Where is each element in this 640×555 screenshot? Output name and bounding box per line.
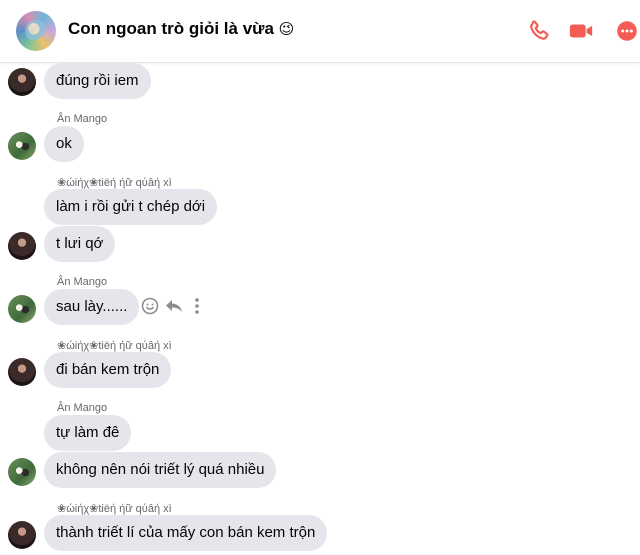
message-bubble[interactable]: t lưi qớ xyxy=(44,226,116,262)
video-icon[interactable] xyxy=(568,18,594,44)
message-bubble[interactable]: ok xyxy=(44,126,84,162)
sender-avatar[interactable] xyxy=(8,521,36,549)
chat-header: Con ngoan trò giỏi là vừa 😉 xyxy=(0,0,640,63)
sender-name: Ân Mango xyxy=(57,113,108,125)
message-bubble[interactable]: thành triết lí của mấy con bán kem trộn xyxy=(44,515,328,551)
message-bubble[interactable]: không nên nói triết lý quá nhiều xyxy=(44,452,277,488)
more-icon[interactable] xyxy=(614,18,640,44)
chat-title-text: Con ngoan trò giỏi là vừa xyxy=(68,19,274,38)
message-bubble[interactable]: làm i rồi gửi t chép dới xyxy=(44,189,218,225)
reply-icon[interactable] xyxy=(164,296,184,316)
sender-name: Ân Mango xyxy=(57,276,108,288)
sender-name: ❀ώiήχ❀tiёή ήữ qύâή xì xyxy=(57,340,172,352)
message-bubble[interactable]: đúng rồi iem xyxy=(44,63,151,99)
sender-avatar[interactable] xyxy=(8,358,36,386)
chat-title[interactable]: Con ngoan trò giỏi là vừa 😉 xyxy=(68,19,294,39)
sender-name: ❀ώiήχ❀tiёή ήữ qύâή xì xyxy=(57,503,172,515)
more-options-icon[interactable] xyxy=(190,296,204,316)
sender-name: ❀ώiήχ❀tiёή ήữ qύâή xì xyxy=(57,177,172,189)
group-avatar[interactable] xyxy=(16,11,56,51)
sender-name: Ân Mango xyxy=(57,402,108,414)
message-bubble[interactable]: tự làm đê xyxy=(44,415,132,451)
phone-icon[interactable] xyxy=(526,18,552,44)
sender-avatar[interactable] xyxy=(8,295,36,323)
sender-avatar[interactable] xyxy=(8,458,36,486)
sender-avatar[interactable] xyxy=(8,68,36,96)
sender-avatar[interactable] xyxy=(8,232,36,260)
message-bubble[interactable]: đi bán kem trộn xyxy=(44,352,172,388)
sender-avatar[interactable] xyxy=(8,132,36,160)
message-bubble[interactable]: sau lày...... xyxy=(44,289,140,325)
react-icon[interactable] xyxy=(140,296,160,316)
wink-emoji: 😉 xyxy=(278,21,295,38)
